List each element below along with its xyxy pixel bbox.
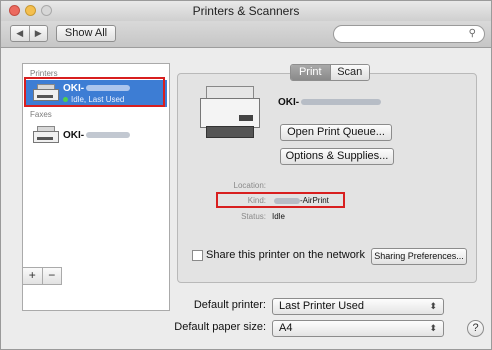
- help-button[interactable]: ?: [467, 320, 484, 337]
- default-printer-label: Default printer:: [193, 299, 266, 311]
- printer-name: OKI-: [278, 97, 300, 108]
- fax-printer-icon: [33, 126, 59, 144]
- share-printer-label: Share this printer on the network: [206, 249, 365, 261]
- printer-large-icon: [200, 86, 260, 138]
- back-forward-control: ◀ ▶: [10, 25, 48, 42]
- location-label: Location:: [233, 181, 266, 190]
- options-supplies-button[interactable]: Options & Supplies...: [280, 148, 394, 165]
- default-paper-value: A4: [279, 322, 293, 334]
- fax-item-name: OKI-: [63, 130, 85, 141]
- print-scan-tabs: Print Scan: [290, 64, 370, 81]
- open-print-queue-button[interactable]: Open Print Queue...: [280, 124, 392, 141]
- default-paper-popup[interactable]: A4 ⬍: [272, 320, 444, 337]
- popup-arrows-icon: ⬍: [429, 323, 437, 333]
- default-printer-popup[interactable]: Last Printer Used ⬍: [272, 298, 444, 315]
- search-field[interactable]: ⚲: [333, 25, 485, 43]
- add-printer-button[interactable]: +: [23, 268, 42, 284]
- default-printer-value: Last Printer Used: [279, 300, 364, 312]
- status-value: Idle: [272, 212, 285, 221]
- fax-list-item[interactable]: OKI-: [25, 122, 167, 149]
- remove-printer-button[interactable]: −: [41, 268, 62, 284]
- faxes-header: Faxes: [30, 110, 52, 119]
- default-paper-label: Default paper size:: [174, 321, 266, 333]
- sharing-preferences-button[interactable]: Sharing Preferences...: [371, 248, 467, 265]
- redacted-text: [301, 99, 382, 106]
- search-icon: ⚲: [468, 28, 476, 39]
- highlight-outline-printer: [24, 77, 165, 107]
- tab-print[interactable]: Print: [291, 65, 330, 80]
- title-bar: Printers & Scanners: [1, 1, 491, 21]
- show-all-button[interactable]: Show All: [56, 25, 116, 42]
- toolbar: ◀ ▶ Show All ⚲: [1, 21, 491, 48]
- add-remove-control: + −: [22, 267, 62, 285]
- window-title: Printers & Scanners: [192, 4, 300, 18]
- highlight-outline-kind: [216, 192, 345, 208]
- forward-arrow-icon[interactable]: ▶: [28, 26, 48, 41]
- share-printer-checkbox[interactable]: [192, 250, 203, 261]
- tab-scan[interactable]: Scan: [329, 65, 369, 80]
- redacted-text: [86, 132, 131, 139]
- back-arrow-icon[interactable]: ◀: [11, 26, 29, 41]
- status-label: Status:: [241, 212, 266, 221]
- popup-arrows-icon: ⬍: [429, 301, 437, 311]
